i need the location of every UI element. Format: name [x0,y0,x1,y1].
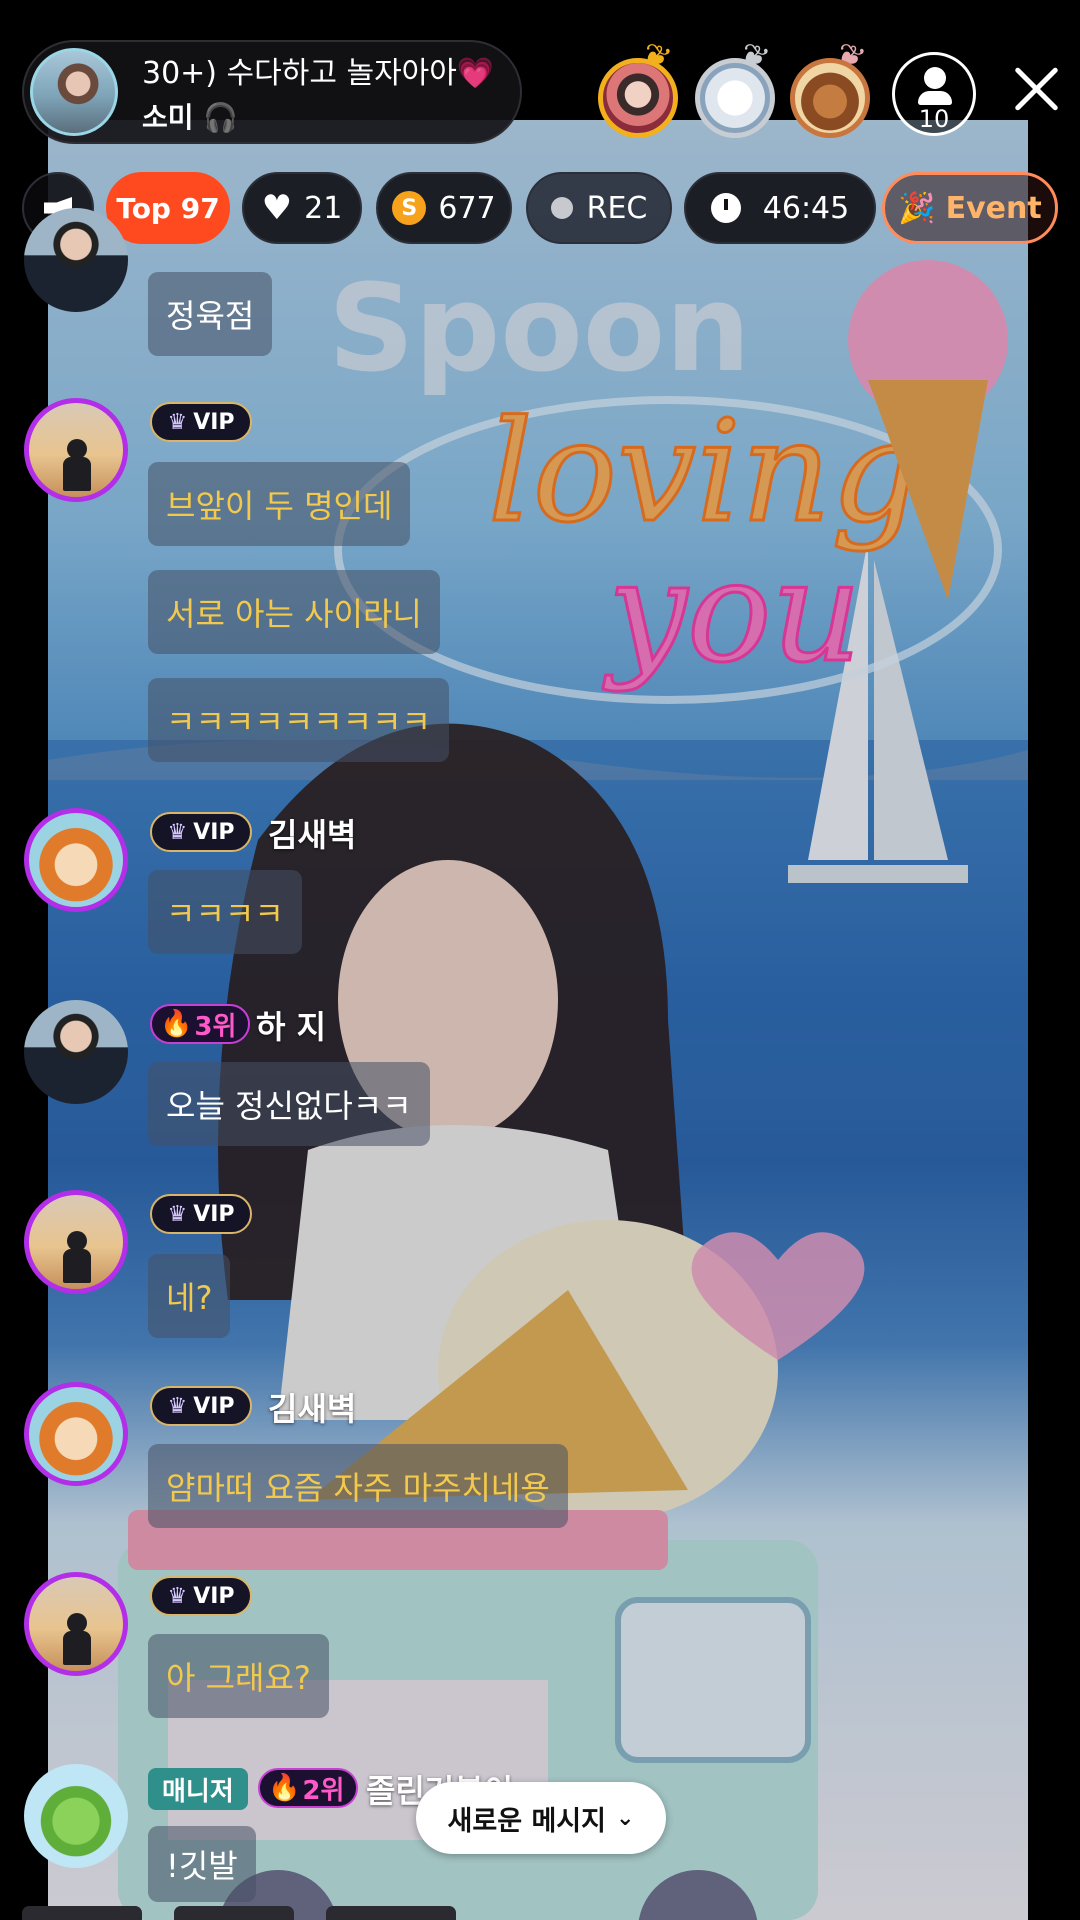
chat-bubble: ㅋㅋㅋㅋ [148,870,302,954]
chat-avatar[interactable] [24,398,128,502]
clock-icon [710,193,741,223]
timer-chip: 46:45 [684,172,876,244]
heart-icon: ♥ [261,188,293,228]
top-fan-avatar-1[interactable] [598,58,678,138]
chat-bubble: 정육점 [148,272,273,356]
timer-value: 46:45 [762,190,850,226]
party-popper-icon: 🎉 [898,190,936,226]
vip-badge-label: VIP [193,1393,235,1419]
chat-text: !깃발 [166,1847,238,1885]
crown-icon: ♛ [167,1201,188,1227]
person-icon-body [918,91,952,105]
chat-bubble: 네? [148,1254,231,1338]
record-label: REC [586,190,648,226]
rank-badge-label: 2위 [302,1775,345,1806]
new-message-label: 새로운 메시지 [447,1805,606,1837]
chat-text: 아 그래요? [166,1659,311,1697]
avatar-figure-body [63,1249,91,1283]
chat-text: ㅋㅋㅋㅋ [166,895,284,933]
host-name-text: 소미 [142,101,194,134]
chat-avatar[interactable] [24,208,128,312]
chat-text: 서로 아는 사이라니 [166,595,422,633]
vip-badge: ♛ VIP [150,1576,252,1616]
vip-badge-label: VIP [193,1583,235,1609]
rank-badge-label: 3위 [194,1011,237,1042]
rank-badge: 🔥 2위 [258,1768,359,1808]
record-button[interactable]: REC [526,172,672,244]
listener-count: 10 [918,105,950,133]
bottom-toolbar-edge [0,1906,1080,1920]
chat-text: 브앞이 두 명인데 [166,487,393,525]
vip-badge: ♛ VIP [150,812,252,852]
crown-icon: ♛ [167,1393,188,1419]
spoons-count: 677 [438,190,496,226]
listener-count-button[interactable]: 10 [892,52,976,136]
chat-avatar[interactable] [24,1382,128,1486]
rank-badge: 🔥 3위 [150,1004,251,1044]
vip-badge: ♛ VIP [150,1386,252,1426]
chat-bubble: 아 그래요? [148,1634,329,1718]
top-rank-label: Top 97 [116,191,220,225]
manager-badge: 매니저 [148,1768,248,1810]
new-message-button[interactable]: 새로운 메시지 ⌄ [416,1782,666,1854]
chat-bubble: 브앞이 두 명인데 [148,462,411,546]
spoon-coin-icon: S [392,191,427,225]
heart-emoji-icon: 💗 [456,56,495,91]
chat-avatar[interactable] [24,1190,128,1294]
live-title: 30+) 수다하고 놀자아아💗 [142,48,494,92]
avatar-figure [67,1613,87,1633]
toolbar-button-edge[interactable] [22,1906,142,1920]
likes-chip[interactable]: ♥ 21 [242,172,362,244]
toolbar-button-edge[interactable] [174,1906,294,1920]
spoons-chip[interactable]: S 677 [376,172,512,244]
crown-icon: ♛ [167,409,188,435]
crown-icon: ♛ [167,1583,188,1609]
avatar-figure [67,439,87,459]
top-fan-avatar-3[interactable] [790,58,870,138]
vip-badge-label: VIP [193,409,235,435]
live-title-text: 30+) 수다하고 놀자아아 [142,56,457,91]
chat-nickname[interactable]: 김새벽 [268,810,356,856]
chat-text: 정육점 [166,297,255,335]
host-avatar[interactable] [30,48,118,136]
chat-nickname[interactable]: 하 지 [256,1002,326,1048]
chat-text: 얌마떠 요즘 자주 마주치네용 [166,1469,550,1507]
avatar-figure-body [63,1631,91,1665]
avatar-figure [67,1231,87,1251]
crown-icon: ♛ [167,819,188,845]
chat-nickname[interactable]: 김새벽 [268,1384,356,1430]
chat-avatar[interactable] [24,1764,128,1868]
vip-badge: ♛ VIP [150,402,252,442]
fire-icon: 🔥 [160,1009,193,1039]
close-icon[interactable] [1010,62,1064,116]
chat-bubble: 서로 아는 사이라니 [148,570,440,654]
vip-badge-label: VIP [193,1201,235,1227]
chat-text: 네? [166,1279,213,1317]
event-button[interactable]: 🎉 Event [882,172,1058,244]
fire-icon: 🔥 [268,1773,301,1803]
record-dot-icon [550,197,573,219]
vip-badge-label: VIP [193,819,235,845]
chat-bubble: ㅋㅋㅋㅋㅋㅋㅋㅋㅋ [148,678,449,762]
toolbar-button-edge[interactable] [326,1906,456,1920]
chat-avatar[interactable] [24,1572,128,1676]
host-name: 소미 🎧 [142,96,238,136]
chat-bubble: 오늘 정신없다ㅋㅋ [148,1062,430,1146]
top-rank-chip[interactable]: Top 97 [106,172,230,244]
chat-text: ㅋㅋㅋㅋㅋㅋㅋㅋㅋ [166,703,431,741]
chat-avatar[interactable] [24,808,128,912]
chat-avatar[interactable] [24,1000,128,1104]
chat-text: 오늘 정신없다ㅋㅋ [166,1087,412,1125]
avatar-figure-body [63,457,91,491]
likes-count: 21 [304,190,343,226]
chat-bubble: 얌마떠 요즘 자주 마주치네용 [148,1444,568,1528]
top-fan-avatar-2[interactable] [695,58,775,138]
chat-bubble: !깃발 [148,1826,256,1902]
person-icon [924,67,946,89]
chevron-down-icon: ⌄ [616,1805,635,1831]
event-label: Event [945,190,1042,226]
vip-badge: ♛ VIP [150,1194,252,1234]
headphone-icon: 🎧 [203,101,239,134]
